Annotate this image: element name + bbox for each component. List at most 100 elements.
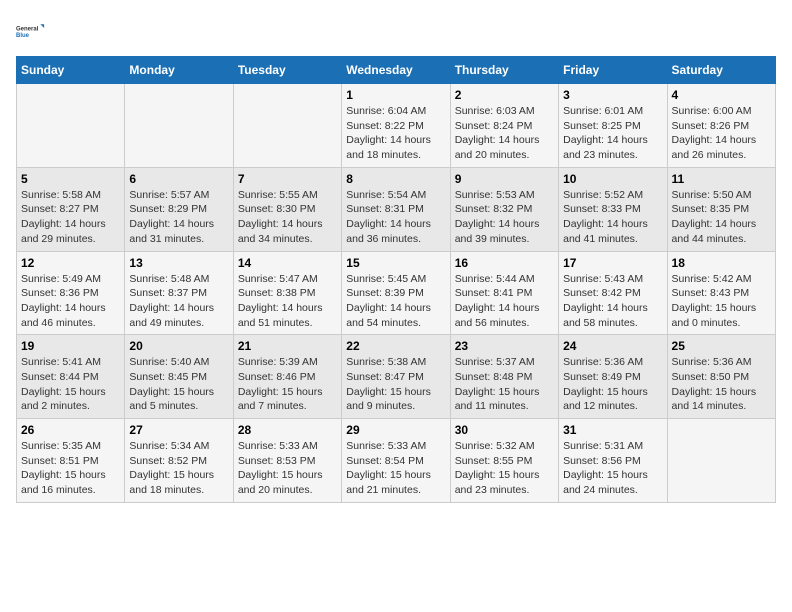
calendar-cell: 4 Sunrise: 6:00 AM Sunset: 8:26 PM Daylig…	[667, 84, 775, 168]
day-number: 6	[129, 172, 228, 186]
calendar-cell: 19 Sunrise: 5:41 AM Sunset: 8:44 PM Dayli…	[17, 335, 125, 419]
day-info: Sunrise: 6:04 AM Sunset: 8:22 PM Dayligh…	[346, 104, 445, 163]
header-day-tuesday: Tuesday	[233, 57, 341, 84]
calendar-cell: 17 Sunrise: 5:43 AM Sunset: 8:42 PM Dayli…	[559, 251, 667, 335]
day-number: 7	[238, 172, 337, 186]
day-number: 28	[238, 423, 337, 437]
day-info: Sunrise: 6:00 AM Sunset: 8:26 PM Dayligh…	[672, 104, 771, 163]
day-info: Sunrise: 5:43 AM Sunset: 8:42 PM Dayligh…	[563, 272, 662, 331]
week-row-3: 12Sunrise: 5:49 AM Sunset: 8:36 PM Dayli…	[17, 251, 776, 335]
day-number: 22	[346, 339, 445, 353]
calendar-cell: 27 Sunrise: 5:34 AM Sunset: 8:52 PM Dayli…	[125, 419, 233, 503]
calendar-cell: 10 Sunrise: 5:52 AM Sunset: 8:33 PM Dayli…	[559, 167, 667, 251]
header-row: SundayMondayTuesdayWednesdayThursdayFrid…	[17, 57, 776, 84]
svg-text:General: General	[16, 26, 39, 32]
week-row-5: 26Sunrise: 5:35 AM Sunset: 8:51 PM Dayli…	[17, 419, 776, 503]
calendar-cell: 14Sunrise: 5:47 AM Sunset: 8:38 PM Dayli…	[233, 251, 341, 335]
day-number: 9	[455, 172, 554, 186]
week-row-1: 1 Sunrise: 6:04 AM Sunset: 8:22 PM Daylig…	[17, 84, 776, 168]
calendar-cell: 9Sunrise: 5:53 AM Sunset: 8:32 PM Daylig…	[450, 167, 558, 251]
day-info: Sunrise: 5:33 AM Sunset: 8:53 PM Dayligh…	[238, 439, 337, 498]
calendar-cell: 28 Sunrise: 5:33 AM Sunset: 8:53 PM Dayli…	[233, 419, 341, 503]
calendar-cell: 30Sunrise: 5:32 AM Sunset: 8:55 PM Dayli…	[450, 419, 558, 503]
day-info: Sunrise: 5:33 AM Sunset: 8:54 PM Dayligh…	[346, 439, 445, 498]
day-info: Sunrise: 5:44 AM Sunset: 8:41 PM Dayligh…	[455, 272, 554, 331]
calendar-cell: 23Sunrise: 5:37 AM Sunset: 8:48 PM Dayli…	[450, 335, 558, 419]
calendar-table: SundayMondayTuesdayWednesdayThursdayFrid…	[16, 56, 776, 503]
day-info: Sunrise: 5:55 AM Sunset: 8:30 PM Dayligh…	[238, 188, 337, 247]
day-number: 25	[672, 339, 771, 353]
calendar-cell: 11Sunrise: 5:50 AM Sunset: 8:35 PM Dayli…	[667, 167, 775, 251]
calendar-cell	[233, 84, 341, 168]
page-header: GeneralBlue	[16, 16, 776, 46]
calendar-cell: 16 Sunrise: 5:44 AM Sunset: 8:41 PM Dayli…	[450, 251, 558, 335]
day-info: Sunrise: 5:36 AM Sunset: 8:50 PM Dayligh…	[672, 355, 771, 414]
calendar-cell: 24Sunrise: 5:36 AM Sunset: 8:49 PM Dayli…	[559, 335, 667, 419]
day-number: 2	[455, 88, 554, 102]
calendar-cell: 12Sunrise: 5:49 AM Sunset: 8:36 PM Dayli…	[17, 251, 125, 335]
day-info: Sunrise: 5:58 AM Sunset: 8:27 PM Dayligh…	[21, 188, 120, 247]
day-number: 27	[129, 423, 228, 437]
day-info: Sunrise: 5:42 AM Sunset: 8:43 PM Dayligh…	[672, 272, 771, 331]
calendar-cell: 21 Sunrise: 5:39 AM Sunset: 8:46 PM Dayli…	[233, 335, 341, 419]
header-day-wednesday: Wednesday	[342, 57, 450, 84]
day-info: Sunrise: 6:01 AM Sunset: 8:25 PM Dayligh…	[563, 104, 662, 163]
day-info: Sunrise: 6:03 AM Sunset: 8:24 PM Dayligh…	[455, 104, 554, 163]
day-info: Sunrise: 5:40 AM Sunset: 8:45 PM Dayligh…	[129, 355, 228, 414]
calendar-cell: 7 Sunrise: 5:55 AM Sunset: 8:30 PM Daylig…	[233, 167, 341, 251]
calendar-cell: 25 Sunrise: 5:36 AM Sunset: 8:50 PM Dayli…	[667, 335, 775, 419]
day-number: 4	[672, 88, 771, 102]
day-number: 21	[238, 339, 337, 353]
day-info: Sunrise: 5:54 AM Sunset: 8:31 PM Dayligh…	[346, 188, 445, 247]
day-info: Sunrise: 5:45 AM Sunset: 8:39 PM Dayligh…	[346, 272, 445, 331]
day-number: 17	[563, 256, 662, 270]
calendar-cell: 20 Sunrise: 5:40 AM Sunset: 8:45 PM Dayli…	[125, 335, 233, 419]
week-row-4: 19 Sunrise: 5:41 AM Sunset: 8:44 PM Dayli…	[17, 335, 776, 419]
day-number: 26	[21, 423, 120, 437]
day-info: Sunrise: 5:31 AM Sunset: 8:56 PM Dayligh…	[563, 439, 662, 498]
day-number: 24	[563, 339, 662, 353]
day-info: Sunrise: 5:37 AM Sunset: 8:48 PM Dayligh…	[455, 355, 554, 414]
day-info: Sunrise: 5:50 AM Sunset: 8:35 PM Dayligh…	[672, 188, 771, 247]
day-info: Sunrise: 5:48 AM Sunset: 8:37 PM Dayligh…	[129, 272, 228, 331]
logo: GeneralBlue	[16, 16, 46, 46]
svg-text:Blue: Blue	[16, 33, 30, 39]
header-day-saturday: Saturday	[667, 57, 775, 84]
day-number: 16	[455, 256, 554, 270]
day-number: 3	[563, 88, 662, 102]
calendar-cell: 13 Sunrise: 5:48 AM Sunset: 8:37 PM Dayli…	[125, 251, 233, 335]
day-info: Sunrise: 5:32 AM Sunset: 8:55 PM Dayligh…	[455, 439, 554, 498]
day-info: Sunrise: 5:52 AM Sunset: 8:33 PM Dayligh…	[563, 188, 662, 247]
header-day-thursday: Thursday	[450, 57, 558, 84]
day-number: 19	[21, 339, 120, 353]
calendar-cell: 31 Sunrise: 5:31 AM Sunset: 8:56 PM Dayli…	[559, 419, 667, 503]
calendar-cell: 8Sunrise: 5:54 AM Sunset: 8:31 PM Daylig…	[342, 167, 450, 251]
day-info: Sunrise: 5:57 AM Sunset: 8:29 PM Dayligh…	[129, 188, 228, 247]
calendar-cell: 18Sunrise: 5:42 AM Sunset: 8:43 PM Dayli…	[667, 251, 775, 335]
header-day-monday: Monday	[125, 57, 233, 84]
calendar-cell	[17, 84, 125, 168]
day-number: 14	[238, 256, 337, 270]
week-row-2: 5 Sunrise: 5:58 AM Sunset: 8:27 PM Daylig…	[17, 167, 776, 251]
day-number: 31	[563, 423, 662, 437]
day-info: Sunrise: 5:49 AM Sunset: 8:36 PM Dayligh…	[21, 272, 120, 331]
day-info: Sunrise: 5:34 AM Sunset: 8:52 PM Dayligh…	[129, 439, 228, 498]
day-number: 29	[346, 423, 445, 437]
calendar-cell	[667, 419, 775, 503]
day-info: Sunrise: 5:41 AM Sunset: 8:44 PM Dayligh…	[21, 355, 120, 414]
calendar-cell: 5 Sunrise: 5:58 AM Sunset: 8:27 PM Daylig…	[17, 167, 125, 251]
calendar-cell: 29 Sunrise: 5:33 AM Sunset: 8:54 PM Dayli…	[342, 419, 450, 503]
calendar-cell: 3 Sunrise: 6:01 AM Sunset: 8:25 PM Daylig…	[559, 84, 667, 168]
calendar-cell: 1 Sunrise: 6:04 AM Sunset: 8:22 PM Daylig…	[342, 84, 450, 168]
day-info: Sunrise: 5:39 AM Sunset: 8:46 PM Dayligh…	[238, 355, 337, 414]
calendar-cell: 15 Sunrise: 5:45 AM Sunset: 8:39 PM Dayli…	[342, 251, 450, 335]
day-number: 10	[563, 172, 662, 186]
day-number: 15	[346, 256, 445, 270]
day-number: 1	[346, 88, 445, 102]
day-number: 13	[129, 256, 228, 270]
calendar-cell: 2 Sunrise: 6:03 AM Sunset: 8:24 PM Daylig…	[450, 84, 558, 168]
day-number: 20	[129, 339, 228, 353]
header-day-friday: Friday	[559, 57, 667, 84]
day-number: 5	[21, 172, 120, 186]
logo-icon: GeneralBlue	[16, 16, 46, 46]
